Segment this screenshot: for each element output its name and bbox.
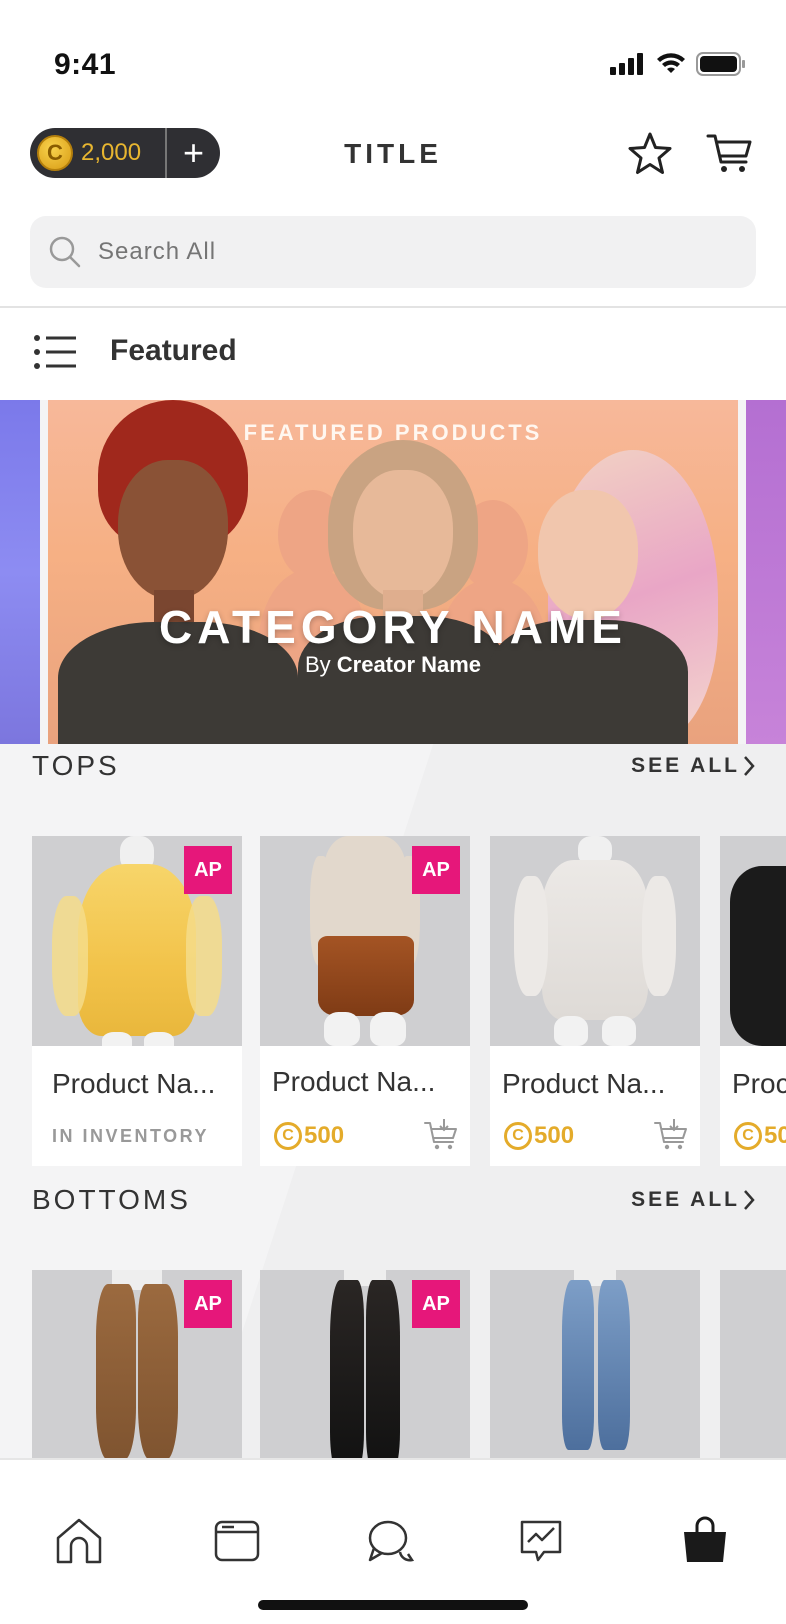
product-name: Proc	[732, 1068, 786, 1099]
banner-previous[interactable]	[0, 400, 40, 744]
product-sections: TOPS SEE ALL AP Product Na... IN INVENTO…	[0, 744, 786, 1458]
product-image	[490, 836, 700, 1046]
status-icons	[610, 52, 746, 76]
product-image	[490, 1270, 700, 1458]
featured-banner[interactable]: FEATURED PRODUCTS CATEGORY NAME By Creat…	[48, 400, 738, 744]
chevron-right-icon[interactable]	[742, 755, 756, 777]
see-all-tops-button[interactable]: SEE ALL	[631, 754, 740, 778]
product-price: C 500	[504, 1122, 574, 1150]
home-indicator	[258, 1600, 528, 1610]
product-image	[720, 836, 786, 1046]
banner-title: CATEGORY NAME	[159, 601, 627, 653]
product-image	[720, 1270, 786, 1458]
product-card[interactable]	[720, 1270, 786, 1458]
banner-next[interactable]	[746, 400, 786, 744]
list-menu-icon[interactable]	[34, 334, 76, 370]
see-all-bottoms-button[interactable]: SEE ALL	[631, 1188, 740, 1212]
creator-name[interactable]: Creator Name	[337, 652, 481, 677]
price-coin-icon: C	[274, 1122, 302, 1150]
inventory-status: IN INVENTORY	[52, 1126, 210, 1146]
featured-carousel[interactable]: FEATURED PRODUCTS CATEGORY NAME By Creat…	[0, 400, 786, 744]
product-card[interactable]: Product Na... C 500	[490, 836, 700, 1166]
status-time: 9:41	[54, 48, 117, 81]
ap-badge: AP	[184, 846, 232, 894]
banner-label: FEATURED PRODUCTS	[243, 420, 543, 445]
shop-bag-icon[interactable]	[680, 1516, 730, 1566]
search-icon	[49, 236, 81, 268]
category-label[interactable]: Featured	[110, 334, 237, 368]
product-name: Product Na...	[52, 1068, 216, 1099]
product-card[interactable]: AP	[32, 1270, 242, 1458]
product-card[interactable]	[490, 1270, 700, 1458]
section-title-bottoms: BOTTOMS	[32, 1184, 191, 1215]
favorites-star-icon[interactable]	[626, 130, 674, 178]
product-name: Product Na...	[502, 1068, 666, 1099]
product-price: C 500	[274, 1122, 344, 1150]
search-input[interactable]	[98, 238, 756, 266]
battery-icon	[696, 52, 745, 76]
banner-model-center	[298, 440, 508, 744]
banner-model-left	[58, 400, 298, 744]
ap-badge: AP	[184, 1280, 232, 1328]
bottom-tab-bar	[0, 1458, 786, 1624]
chevron-right-icon[interactable]	[742, 1189, 756, 1211]
ap-badge: AP	[412, 1280, 460, 1328]
banner-byline: By Creator Name	[48, 652, 738, 678]
activity-icon[interactable]	[516, 1516, 566, 1566]
home-icon[interactable]	[54, 1516, 104, 1566]
section-title-tops: TOPS	[32, 750, 120, 781]
price-coin-icon: C	[734, 1122, 762, 1150]
price-value: 500	[304, 1122, 345, 1149]
header: C 2,000 + TITLE	[0, 110, 786, 210]
cart-icon[interactable]	[706, 128, 754, 176]
byline-prefix: By	[304, 652, 331, 677]
product-card[interactable]: Proc C 50	[720, 836, 786, 1166]
product-price: C 50	[734, 1122, 786, 1150]
status-bar: 9:41	[0, 0, 786, 110]
ap-badge: AP	[412, 846, 460, 894]
product-name: Product Na...	[272, 1066, 436, 1097]
price-value: 50	[764, 1122, 786, 1149]
add-to-cart-icon[interactable]	[654, 1118, 688, 1152]
category-nav: Featured	[0, 308, 786, 398]
add-to-cart-icon[interactable]	[424, 1118, 458, 1152]
product-card[interactable]: AP Product Na... IN INVENTORY	[32, 836, 242, 1166]
product-card[interactable]: AP Product Na... C 500	[260, 836, 470, 1166]
banner-model-right	[488, 450, 738, 744]
wifi-icon	[657, 53, 685, 73]
search-bar[interactable]	[30, 216, 756, 288]
price-coin-icon: C	[504, 1122, 532, 1150]
browser-icon[interactable]	[212, 1516, 262, 1566]
chat-icon[interactable]	[366, 1516, 416, 1566]
signal-icon	[610, 53, 643, 75]
price-value: 500	[534, 1122, 575, 1149]
product-card[interactable]: AP	[260, 1270, 470, 1458]
